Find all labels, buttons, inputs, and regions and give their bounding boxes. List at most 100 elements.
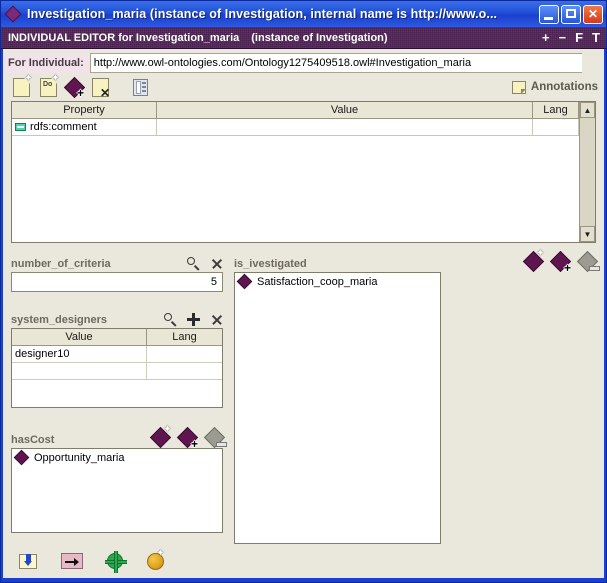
system-designers-table: Value Lang designer10 [11, 328, 223, 408]
is-ivestigated-icons: ✦ + [522, 249, 600, 274]
add-instance-icon[interactable]: + [63, 76, 86, 99]
list-item[interactable]: Satisfaction_coop_maria [235, 273, 440, 290]
client-area: For Individual: http://www.owl-ontologie… [1, 49, 606, 582]
table-row[interactable]: rdfs:comment [12, 119, 579, 136]
scroll-track[interactable] [580, 118, 595, 226]
minimize-button[interactable] [539, 4, 559, 24]
scroll-up-button[interactable]: ▲ [580, 102, 595, 118]
header-tab-button[interactable]: T [592, 31, 600, 44]
number-of-criteria-input[interactable]: 5 [11, 272, 223, 292]
cell-value[interactable] [157, 119, 533, 136]
number-of-criteria-header: number_of_criteria [11, 251, 223, 271]
ball-icon: ✦ [147, 548, 165, 570]
title-bar: Investigation_maria (instance of Investi… [1, 1, 606, 27]
diamond-icon [13, 449, 30, 466]
sparkle-icon: ✦ [156, 547, 165, 559]
for-individual-input[interactable]: http://www.owl-ontologies.com/Ontology12… [89, 53, 582, 73]
system-designers-header: system_designers [11, 307, 223, 327]
system-designers-label: system_designers [11, 314, 107, 326]
sparkle-icon: ✦ [163, 424, 172, 435]
search-icon[interactable] [187, 257, 200, 270]
is-ivestigated-list[interactable]: Satisfaction_coop_maria [234, 272, 441, 544]
move-right-icon[interactable] [61, 553, 83, 569]
annotations-group: Annotations [511, 80, 598, 94]
list-item[interactable]: Opportunity_maria [12, 449, 222, 466]
column-header-lang[interactable]: Lang [147, 329, 222, 346]
annotations-table-inner: Property Value Lang rdfs:comment [12, 102, 579, 242]
plus-badge-icon: + [76, 85, 84, 100]
remove-annotation-icon[interactable]: ✕ [92, 77, 110, 99]
for-individual-row: For Individual: http://www.owl-ontologie… [3, 53, 604, 73]
create-instance-icon[interactable]: ✦ [149, 425, 172, 449]
sparkle-icon: ✦ [536, 248, 545, 259]
table-scrollbar[interactable]: ▲ ▼ [579, 102, 595, 242]
editor-title: INDIVIDUAL EDITOR for Investigation_mari… [8, 31, 240, 44]
maximize-button[interactable] [561, 4, 581, 24]
cell-property-text: rdfs:comment [30, 121, 97, 133]
editor-subtitle: (instance of Investigation) [251, 31, 388, 44]
view-panel-icon[interactable] [133, 78, 148, 96]
cell-lang[interactable] [147, 363, 222, 380]
add-instance-icon[interactable]: + [176, 426, 199, 450]
minus-badge-icon [216, 442, 227, 447]
add-instance-icon[interactable]: + [549, 250, 572, 274]
minimize-icon [544, 16, 553, 20]
properties-area: number_of_criteria 5 system_designers Va… [3, 243, 604, 544]
annotations-table: Property Value Lang rdfs:comment ▲ ▼ [11, 101, 596, 243]
instance-ball-icon[interactable]: ✦ [147, 548, 165, 570]
column-header-value[interactable]: Value [12, 329, 147, 346]
note-icon: ✕ [92, 77, 110, 99]
create-annotation-icon[interactable]: ✦ [13, 73, 33, 97]
is-ivestigated-label: is_ivestigated [234, 258, 307, 270]
maximize-icon [566, 8, 576, 18]
hascost-list[interactable]: Opportunity_maria [11, 448, 223, 533]
panel-icon [133, 78, 148, 96]
remove-instance-icon [576, 250, 600, 273]
delete-icon[interactable] [210, 313, 223, 326]
arrow-right-icon [61, 553, 83, 569]
window-title: Investigation_maria (instance of Investi… [27, 7, 498, 21]
close-button[interactable]: ✕ [583, 4, 603, 24]
cell-property: rdfs:comment [12, 119, 157, 136]
import-icon[interactable] [19, 553, 37, 569]
application-window: Investigation_maria (instance of Investi… [0, 0, 607, 583]
table-row[interactable]: designer10 [12, 346, 222, 363]
cell-value[interactable]: designer10 [12, 346, 147, 363]
scroll-down-button[interactable]: ▼ [580, 226, 595, 242]
table-header-row: Value Lang [12, 329, 222, 346]
sparkle-icon: ✦ [51, 72, 60, 84]
cell-value[interactable] [12, 363, 147, 380]
header-expand-button[interactable]: + [542, 31, 550, 44]
remove-instance-icon [203, 426, 227, 449]
table-row[interactable] [12, 363, 222, 380]
is-ivestigated-header: is_ivestigated ✦ + [234, 249, 600, 274]
annotations-icon [511, 80, 526, 94]
list-item-label: Satisfaction_coop_maria [257, 275, 378, 288]
settings-gear-icon[interactable] [105, 551, 127, 573]
header-float-button[interactable]: F [575, 31, 583, 44]
create-instance-icon[interactable]: ✦ [522, 249, 545, 273]
table-header-row: Property Value Lang [12, 102, 579, 119]
sparkle-icon: ✦ [24, 72, 33, 84]
cell-lang[interactable] [533, 119, 579, 136]
search-icon[interactable] [164, 313, 177, 326]
editor-header-bar: INDIVIDUAL EDITOR for Investigation_mari… [1, 27, 606, 49]
cell-lang[interactable] [147, 346, 222, 363]
delete-icon[interactable] [210, 257, 223, 270]
right-column: is_ivestigated ✦ + Satisfaction_coop_mar… [234, 249, 600, 544]
plus-badge-icon: + [563, 261, 571, 275]
column-header-property[interactable]: Property [12, 102, 157, 119]
annotations-toolbar: ✦ Do ✦ + ✕ Annotations [3, 73, 604, 101]
duplicate-annotation-icon[interactable]: Do ✦ [40, 73, 60, 97]
hascost-label: hasCost [11, 434, 55, 446]
number-of-criteria-label: number_of_criteria [11, 258, 111, 270]
add-icon[interactable] [187, 313, 200, 326]
plus-badge-icon: + [190, 437, 198, 451]
column-header-value[interactable]: Value [157, 102, 533, 119]
for-individual-label: For Individual: [3, 53, 90, 73]
column-header-lang[interactable]: Lang [533, 102, 579, 119]
inbox-arrow-icon [19, 553, 37, 569]
table-empty-space [12, 380, 222, 407]
hascost-header: hasCost ✦ + [11, 425, 227, 450]
header-collapse-button[interactable]: − [559, 31, 567, 44]
